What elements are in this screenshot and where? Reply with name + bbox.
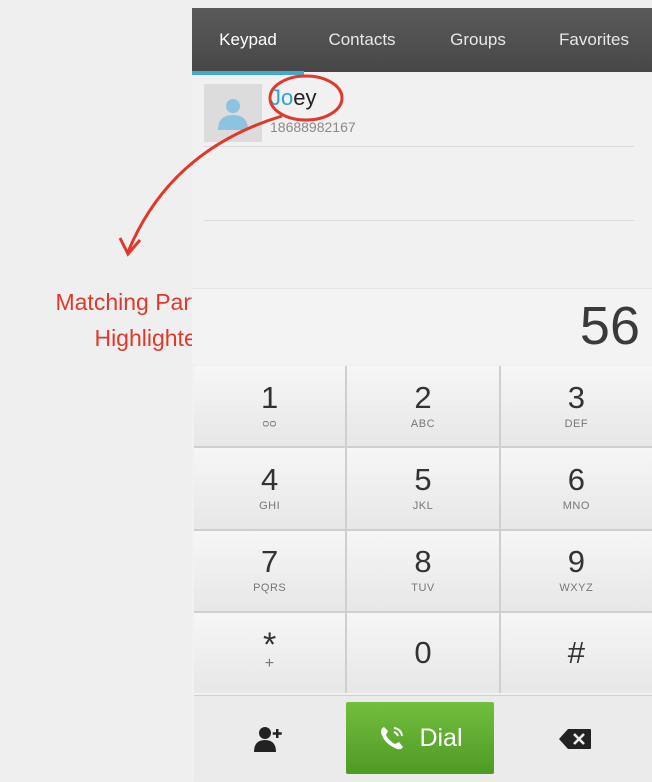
key-hash-symbol: # xyxy=(567,634,585,670)
key-3-digit: 3 xyxy=(567,379,585,415)
add-contact-icon xyxy=(254,727,282,752)
action-bar: Dial xyxy=(194,695,652,782)
key-3-letters: DEF xyxy=(564,417,589,430)
dial-button[interactable]: Dial xyxy=(346,702,494,774)
key-1[interactable]: 1 ᴑᴑ xyxy=(194,366,346,447)
key-2-letters: ABC xyxy=(410,417,436,430)
key-3[interactable]: 3 DEF xyxy=(500,366,652,447)
key-2-digit: 2 xyxy=(414,379,432,415)
key-9[interactable]: 9 WXYZ xyxy=(500,530,652,611)
key-9-letters: WXYZ xyxy=(559,582,594,595)
key-4-letters: GHI xyxy=(259,499,281,512)
tab-contacts-label: Contacts xyxy=(328,30,396,49)
contact-suggestion[interactable]: Joey 18688982167 xyxy=(204,82,634,147)
tab-keypad-label: Keypad xyxy=(219,30,277,49)
contact-name-match: Jo xyxy=(270,85,294,110)
tab-keypad[interactable]: Keypad xyxy=(192,8,304,75)
add-contact-button[interactable] xyxy=(194,696,344,782)
dial-button-label: Dial xyxy=(419,723,463,752)
key-5-letters: JKL xyxy=(412,499,434,512)
tab-contacts[interactable]: Contacts xyxy=(304,8,420,72)
key-5[interactable]: 5 JKL xyxy=(347,448,499,529)
key-4-digit: 4 xyxy=(261,461,279,497)
key-star-symbol: * xyxy=(263,625,277,664)
contact-name: Joey xyxy=(270,85,317,111)
empty-list-row xyxy=(204,148,634,221)
person-icon xyxy=(218,99,248,130)
key-7[interactable]: 7 PQRS xyxy=(194,530,346,611)
key-star-plus: + xyxy=(264,654,275,672)
phone-icon xyxy=(381,727,404,750)
key-7-letters: PQRS xyxy=(253,582,287,595)
key-8-digit: 8 xyxy=(414,544,432,580)
tab-favorites[interactable]: Favorites xyxy=(536,8,652,72)
voicemail-icon: ᴑᴑ xyxy=(262,417,277,430)
key-8-letters: TUV xyxy=(411,582,435,595)
key-2[interactable]: 2 ABC xyxy=(347,366,499,447)
key-0[interactable]: 0 xyxy=(347,612,499,693)
dialed-digits: 56 xyxy=(579,296,640,356)
key-4[interactable]: 4 GHI xyxy=(194,448,346,529)
tab-favorites-label: Favorites xyxy=(559,30,629,49)
key-7-digit: 7 xyxy=(261,544,279,580)
key-6-letters: MNO xyxy=(562,499,590,512)
dial-keypad: 1 ᴑᴑ 2 ABC 3 DEF 4 GHI 5 JKL 6 MNO 7 PQRS 8 TUV … xyxy=(194,366,652,693)
key-hash[interactable]: # xyxy=(500,612,652,693)
tab-bar: Keypad Contacts Groups Favorites xyxy=(192,8,652,75)
key-1-digit: 1 xyxy=(261,379,279,415)
tab-groups-label: Groups xyxy=(450,30,506,49)
tab-groups[interactable]: Groups xyxy=(420,8,536,72)
key-9-digit: 9 xyxy=(567,544,585,580)
dialed-number-display: 56 xyxy=(192,288,652,365)
contact-name-rest: ey xyxy=(293,85,317,110)
key-5-digit: 5 xyxy=(414,461,432,497)
key-star[interactable]: * + xyxy=(194,612,346,693)
key-0-digit: 0 xyxy=(414,634,432,670)
key-6-digit: 6 xyxy=(567,461,585,497)
contact-number: 18688982167 xyxy=(270,119,356,135)
backspace-icon xyxy=(559,729,591,749)
avatar xyxy=(204,84,262,142)
key-6[interactable]: 6 MNO xyxy=(500,448,652,529)
delete-button[interactable] xyxy=(498,696,652,782)
key-8[interactable]: 8 TUV xyxy=(347,530,499,611)
